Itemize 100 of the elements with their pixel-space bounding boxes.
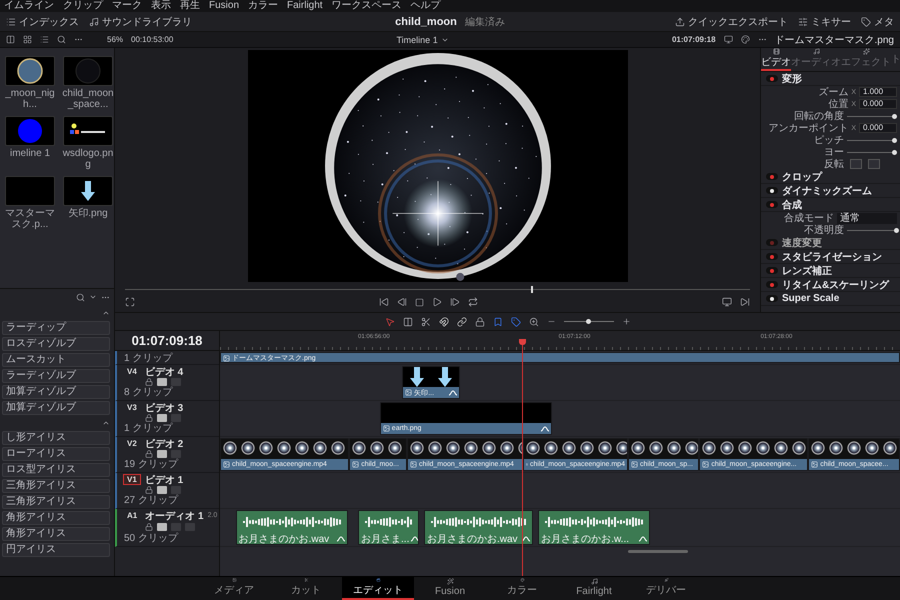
zoom-level[interactable]: 56%: [107, 35, 124, 44]
step-forward-icon[interactable]: [450, 297, 460, 307]
section-title[interactable]: Super Scale: [782, 293, 840, 304]
slider-thumb[interactable]: [892, 138, 897, 142]
lock-icon[interactable]: [145, 414, 153, 422]
value-field[interactable]: 1.000: [859, 87, 897, 97]
section-toggle[interactable]: [766, 239, 778, 246]
menu-item[interactable]: 再生: [180, 0, 200, 12]
effect-item[interactable]: し形アイリス: [2, 431, 110, 445]
toolbar-button[interactable]: ミキサー: [798, 14, 852, 28]
zoom-in-icon[interactable]: [622, 317, 630, 326]
section-toggle[interactable]: [766, 253, 778, 260]
media-thumbnail[interactable]: [63, 176, 113, 206]
section-title[interactable]: スタビライゼーション: [782, 250, 882, 264]
lock-icon[interactable]: [145, 486, 153, 494]
blade-icon[interactable]: [420, 316, 430, 326]
media-thumbnail[interactable]: [63, 116, 113, 146]
effect-item[interactable]: 加算ディゾルブ: [2, 385, 110, 399]
toolbar-button[interactable]: クイックエクスポート: [675, 14, 788, 28]
page-tab[interactable]: Fusion: [414, 577, 486, 600]
track-id[interactable]: V3: [123, 402, 141, 413]
skip-back-icon[interactable]: [379, 297, 389, 307]
page-tab[interactable]: カラー: [486, 577, 558, 600]
stop-icon[interactable]: [415, 298, 424, 306]
media-thumbnail[interactable]: [5, 176, 55, 206]
zoom-icon[interactable]: [528, 316, 538, 326]
chevron-down-icon[interactable]: [89, 293, 97, 301]
media-thumbnail[interactable]: [63, 56, 113, 86]
section-title[interactable]: ダイナミックズーム: [782, 184, 872, 198]
chevron-up-icon[interactable]: [102, 419, 110, 427]
menu-item[interactable]: 表示: [151, 0, 171, 12]
section-title[interactable]: クロップ: [782, 170, 822, 184]
effect-item[interactable]: ロス型アイリス: [2, 463, 110, 477]
list-view-icon[interactable]: [40, 35, 49, 44]
skip-forward-icon[interactable]: [740, 297, 750, 307]
value-field[interactable]: 0.000: [859, 123, 897, 133]
section-toggle[interactable]: [766, 201, 778, 208]
track-id[interactable]: A1: [123, 510, 142, 521]
effect-item[interactable]: 三角形アイリス: [2, 479, 110, 493]
media-thumbnail[interactable]: [5, 116, 55, 146]
page-tab[interactable]: メディア: [198, 577, 270, 600]
pointer-icon[interactable]: [384, 316, 394, 326]
search-icon[interactable]: [76, 292, 85, 302]
media-thumbnail[interactable]: [5, 56, 55, 86]
lock-icon[interactable]: [474, 316, 484, 326]
toolbar-button[interactable]: インデックス: [6, 14, 79, 28]
effect-item[interactable]: 三角形アイリス: [2, 495, 110, 509]
menu-item[interactable]: ワークスペース: [332, 0, 402, 12]
scrub-thumb[interactable]: [531, 286, 534, 292]
scrollbar-thumb[interactable]: [628, 550, 688, 552]
grid-view-icon[interactable]: [23, 35, 32, 44]
palette-icon[interactable]: [740, 35, 750, 44]
crop-icon[interactable]: [125, 297, 135, 307]
slider-thumb[interactable]: [894, 228, 899, 232]
magnet-icon[interactable]: [438, 316, 448, 326]
effect-item[interactable]: ローアイリス: [2, 447, 110, 461]
effect-item[interactable]: ラーディゾルブ: [2, 369, 110, 383]
monitor-icon[interactable]: [724, 35, 733, 44]
effect-item[interactable]: 円アイリス: [2, 543, 110, 557]
page-tab[interactable]: カット: [270, 577, 342, 600]
playhead-marker[interactable]: [519, 339, 526, 345]
panel-icon[interactable]: [6, 35, 15, 44]
menu-item[interactable]: イムライン: [4, 0, 54, 12]
lock-icon[interactable]: [145, 450, 153, 458]
link-icon[interactable]: [456, 316, 466, 326]
lock-icon[interactable]: [145, 522, 153, 530]
track-id[interactable]: V1: [123, 474, 141, 485]
audio-clip[interactable]: お月さまのかお.wav: [424, 510, 533, 545]
effect-item[interactable]: ロスディゾルブ: [2, 337, 110, 351]
effect-item[interactable]: 角形アイリス: [2, 511, 110, 525]
audio-clip[interactable]: お月さま...: [358, 510, 420, 545]
section-toggle[interactable]: [766, 187, 778, 194]
audio-clip[interactable]: お月さまのかお.w...: [538, 510, 650, 545]
page-tab[interactable]: Fairlight: [558, 577, 630, 600]
search-icon[interactable]: [57, 35, 66, 44]
effect-item[interactable]: ラーディップ: [2, 321, 110, 335]
track-toggle[interactable]: [157, 522, 167, 530]
step-back-icon[interactable]: [397, 297, 407, 307]
monitor-icon[interactable]: [722, 297, 732, 307]
section-toggle[interactable]: [766, 295, 778, 302]
section-toggle[interactable]: [766, 173, 778, 180]
menu-item[interactable]: カラー: [248, 0, 278, 12]
page-tab[interactable]: デリバー: [630, 577, 702, 600]
section-title[interactable]: 変形: [782, 72, 802, 86]
section-title[interactable]: リタイム&スケーリング: [782, 278, 890, 292]
track-id[interactable]: V4: [123, 366, 141, 377]
marker-icon[interactable]: [510, 316, 520, 326]
menu-item[interactable]: Fusion: [209, 0, 240, 12]
effect-item[interactable]: 加算ディゾルブ: [2, 401, 110, 415]
flag-icon[interactable]: [492, 316, 502, 326]
mode-dropdown[interactable]: 通常: [837, 212, 897, 224]
lock-icon[interactable]: [145, 378, 153, 386]
toolbar-button[interactable]: サウンドライブラリ: [89, 14, 192, 28]
loop-icon[interactable]: [468, 297, 478, 307]
play-icon[interactable]: [432, 297, 442, 307]
audio-clip[interactable]: お月さまのかお.wav: [236, 510, 348, 545]
section-toggle[interactable]: [766, 267, 778, 274]
toolbar-button[interactable]: メタ: [861, 14, 894, 28]
section-title[interactable]: レンズ補正: [782, 264, 832, 278]
menu-item[interactable]: Fairlight: [287, 0, 323, 12]
